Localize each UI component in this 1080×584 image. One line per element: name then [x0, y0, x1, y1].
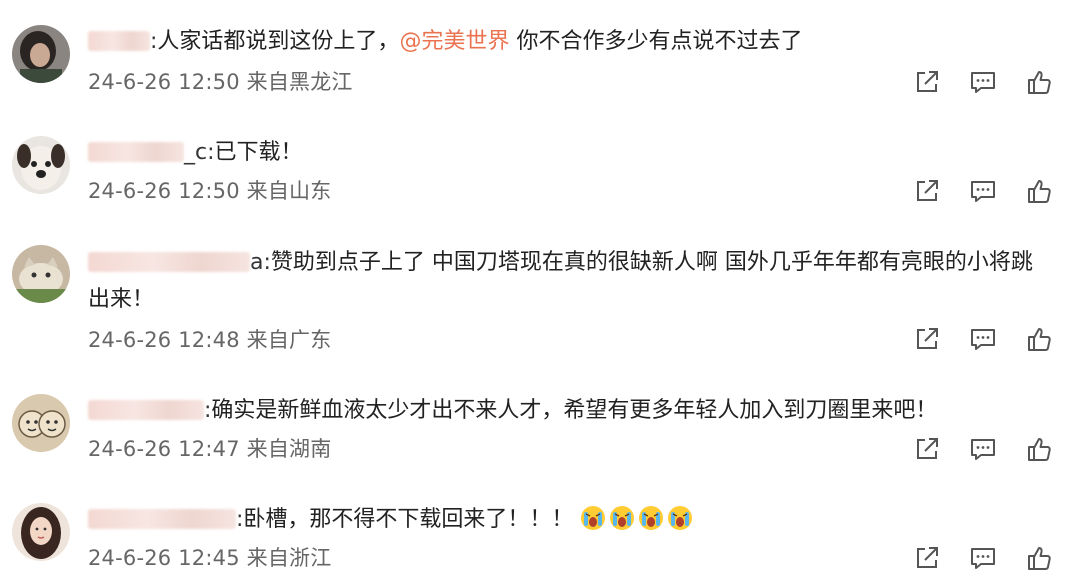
username-tail[interactable]: a:: [250, 250, 271, 275]
share-button[interactable]: [912, 324, 942, 354]
thumbs-up-icon: [1028, 328, 1051, 351]
comment-icon: [971, 548, 995, 569]
comment-actions: [912, 543, 1062, 573]
girl-avatar-icon: [12, 503, 70, 561]
comment-body: 确实是新鲜血液太少才出不来人才，希望有更多年轻人加入到刀圈里来吧！: [211, 398, 938, 423]
crying-emoji-icon: [610, 506, 635, 530]
comment-actions: [912, 434, 1062, 464]
emoji-row: [580, 506, 696, 532]
username-blurred[interactable]: [88, 252, 250, 272]
dark-hair-avatar-icon: [12, 25, 70, 83]
comment-body: 已下载！: [214, 140, 303, 165]
comment-body: 赞助到点子上了 中国刀塔现在真的很缺新人啊 国外几乎年年都有亮眼的小将跳: [270, 250, 1033, 275]
comment-text: :卧槽，那不得不下载回来了！！！: [88, 505, 696, 535]
avatar[interactable]: [12, 136, 70, 194]
comment-text: :确实是新鲜血液太少才出不来人才，希望有更多年轻人加入到刀圈里来吧！: [88, 396, 937, 426]
like-button[interactable]: [1024, 543, 1054, 573]
share-button[interactable]: [912, 67, 942, 97]
comment-icon: [971, 329, 995, 350]
cat-avatar-icon: [12, 245, 70, 303]
comment-icon: [971, 181, 995, 202]
comment-actions: [912, 176, 1062, 206]
mention-link[interactable]: @完美世界: [399, 29, 509, 54]
reply-button[interactable]: [968, 67, 998, 97]
avatar[interactable]: [12, 25, 70, 83]
thumbs-up-icon: [1028, 180, 1051, 203]
comment-meta: 24-6-26 12:45 来自浙江: [88, 546, 332, 570]
comment-actions: [912, 67, 1062, 97]
comment-meta: 24-6-26 12:50 来自黑龙江: [88, 70, 353, 94]
comment-meta: 24-6-26 12:48 来自广东: [88, 328, 332, 352]
comment-actions: [912, 324, 1062, 354]
username-tail[interactable]: _c:: [184, 140, 215, 165]
like-button[interactable]: [1024, 324, 1054, 354]
faces-avatar-icon: [12, 394, 70, 452]
reply-button[interactable]: [968, 543, 998, 573]
comment-icon: [971, 439, 995, 460]
comment-icon: [971, 72, 995, 93]
comment-body: 人家话都说到这份上了，: [157, 29, 400, 54]
share-icon: [917, 547, 938, 568]
share-button[interactable]: [912, 176, 942, 206]
like-button[interactable]: [1024, 434, 1054, 464]
username-blurred[interactable]: [88, 509, 236, 529]
share-button[interactable]: [912, 434, 942, 464]
username-blurred[interactable]: [88, 142, 184, 162]
comment-text: a:赞助到点子上了 中国刀塔现在真的很缺新人啊 国外几乎年年都有亮眼的小将跳: [88, 248, 1033, 278]
avatar[interactable]: [12, 503, 70, 561]
crying-emoji-icon: [639, 506, 664, 530]
thumbs-up-icon: [1028, 71, 1051, 94]
comment-meta: 24-6-26 12:47 来自湖南: [88, 437, 332, 461]
like-button[interactable]: [1024, 67, 1054, 97]
dog-avatar-icon: [12, 136, 70, 194]
reply-button[interactable]: [968, 434, 998, 464]
share-button[interactable]: [912, 543, 942, 573]
share-icon: [917, 438, 938, 459]
like-button[interactable]: [1024, 176, 1054, 206]
comment-body: 卧槽，那不得不下载回来了！！！: [243, 507, 574, 532]
reply-button[interactable]: [968, 324, 998, 354]
share-icon: [917, 71, 938, 92]
comment-text: _c:已下载！: [88, 138, 303, 168]
username-blurred[interactable]: [88, 31, 150, 51]
comment-text-continued: 出来！: [88, 287, 155, 312]
reply-button[interactable]: [968, 176, 998, 206]
comment-text: :人家话都说到这份上了，@完美世界 你不合作多少有点说不过去了: [88, 27, 802, 57]
share-icon: [917, 328, 938, 349]
comment-meta: 24-6-26 12:50 来自山东: [88, 179, 332, 203]
crying-emoji-icon: [581, 506, 606, 530]
share-icon: [917, 180, 938, 201]
crying-emoji-icon: [668, 506, 693, 530]
comment-feed: :人家话都说到这份上了，@完美世界 你不合作多少有点说不过去了 24-6-26 …: [0, 0, 1080, 584]
avatar[interactable]: [12, 394, 70, 452]
comment-body-rest: 你不合作多少有点说不过去了: [509, 29, 803, 54]
thumbs-up-icon: [1028, 438, 1051, 461]
username-blurred[interactable]: [88, 400, 204, 420]
thumbs-up-icon: [1028, 547, 1051, 570]
avatar[interactable]: [12, 245, 70, 303]
